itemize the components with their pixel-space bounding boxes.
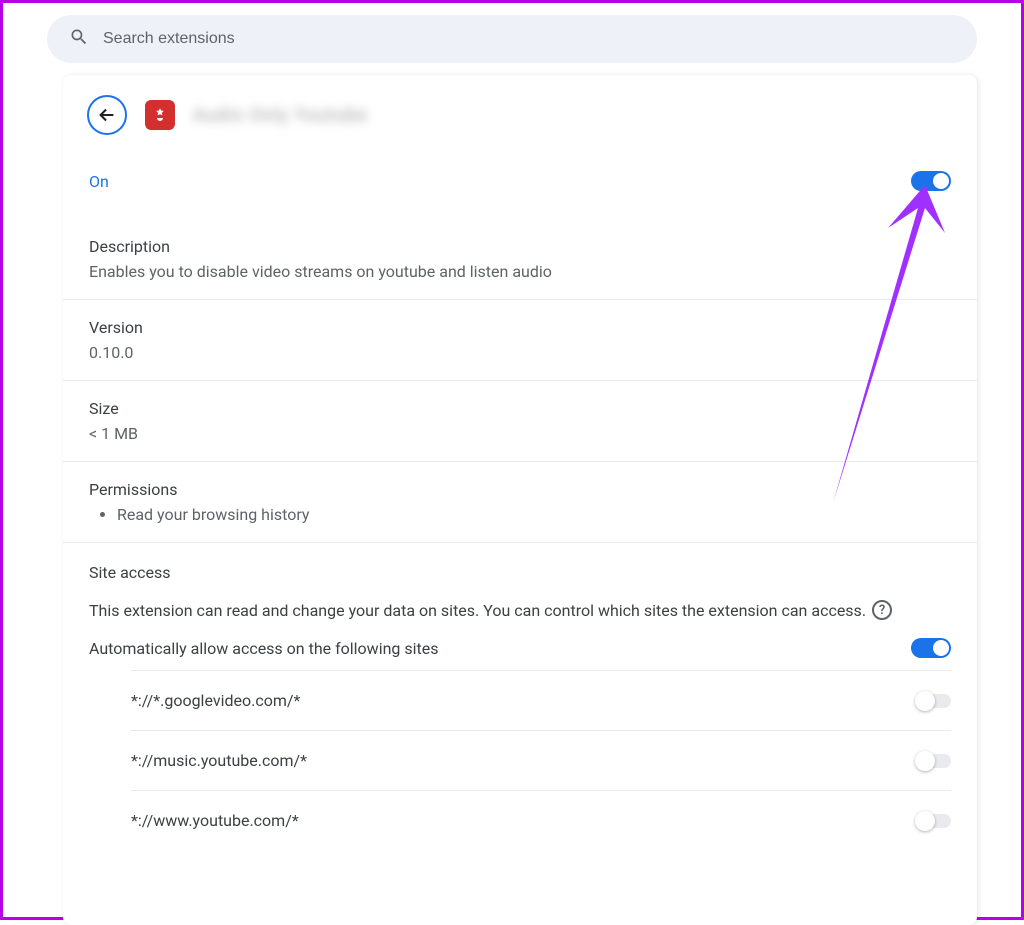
site-toggle[interactable] [917, 754, 951, 768]
permissions-heading: Permissions [89, 480, 951, 499]
auto-allow-row: Automatically allow access on the follow… [89, 638, 951, 670]
size-heading: Size [89, 399, 951, 418]
status-row: On [63, 159, 977, 219]
permissions-section: Permissions Read your browsing history [63, 462, 977, 543]
site-pattern: *://music.youtube.com/* [131, 751, 307, 770]
site-pattern: *://www.youtube.com/* [131, 811, 299, 830]
size-value: < 1 MB [89, 424, 951, 443]
search-icon [69, 27, 89, 51]
site-item: *://www.youtube.com/* [131, 790, 951, 850]
version-section: Version 0.10.0 [63, 300, 977, 381]
description-heading: Description [89, 237, 951, 256]
search-bar[interactable] [47, 15, 977, 63]
auto-allow-toggle[interactable] [911, 638, 951, 658]
description-text: Enables you to disable video streams on … [89, 262, 951, 281]
site-pattern: *://*.googlevideo.com/* [131, 691, 300, 710]
back-button[interactable] [87, 95, 127, 135]
site-item: *://music.youtube.com/* [131, 730, 951, 790]
permissions-list: Read your browsing history [89, 505, 951, 524]
description-section: Description Enables you to disable video… [63, 219, 977, 300]
size-section: Size < 1 MB [63, 381, 977, 462]
site-toggle[interactable] [917, 814, 951, 828]
version-heading: Version [89, 318, 951, 337]
extension-icon [145, 100, 175, 130]
header-row: Audio Only Youtube [63, 95, 977, 159]
site-access-section: Site access This extension can read and … [63, 543, 977, 850]
auto-allow-label: Automatically allow access on the follow… [89, 639, 439, 658]
site-list: *://*.googlevideo.com/* *://music.youtub… [131, 670, 951, 850]
version-value: 0.10.0 [89, 343, 951, 362]
extension-enable-toggle[interactable] [911, 171, 951, 191]
extension-name-blurred: Audio Only Youtube [193, 105, 367, 126]
site-item: *://*.googlevideo.com/* [131, 670, 951, 730]
site-access-heading: Site access [89, 563, 951, 582]
help-icon[interactable]: ? [872, 600, 892, 620]
site-toggle[interactable] [917, 694, 951, 708]
extension-details-card: Audio Only Youtube On Description Enable… [63, 75, 977, 925]
site-access-description: This extension can read and change your … [89, 601, 866, 620]
status-label: On [89, 172, 109, 191]
permission-item: Read your browsing history [117, 505, 951, 524]
search-input[interactable] [103, 30, 955, 48]
